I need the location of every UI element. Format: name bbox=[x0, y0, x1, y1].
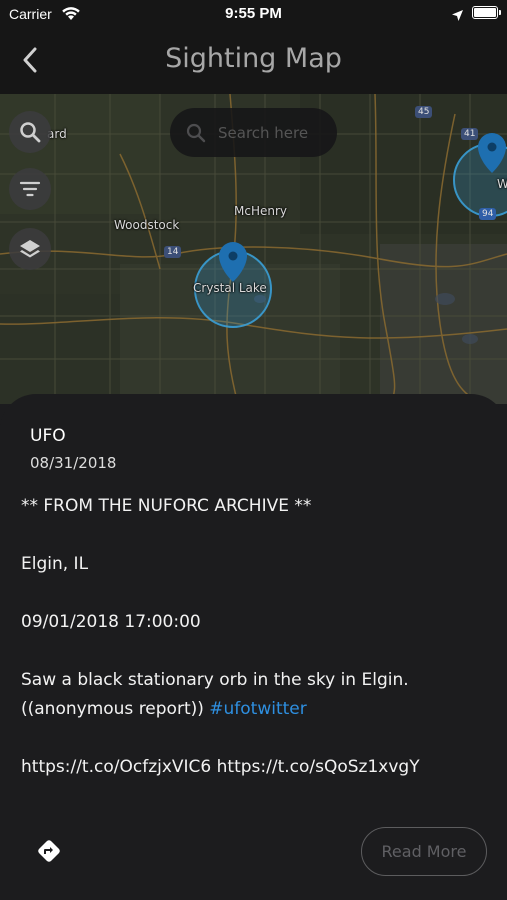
map-label-woodstock: Woodstock bbox=[114, 218, 180, 232]
sighting-datetime: 09/01/2018 17:00:00 bbox=[21, 612, 201, 632]
search-input[interactable] bbox=[218, 123, 328, 142]
sighting-location: Elgin, IL bbox=[21, 554, 89, 574]
map-search-bar[interactable] bbox=[170, 108, 337, 157]
map-label-mchenry: McHenry bbox=[234, 204, 287, 218]
hashtag-link[interactable]: #ufotwitter bbox=[209, 699, 306, 719]
sighting-type: UFO bbox=[30, 426, 66, 446]
location-arrow-icon bbox=[451, 7, 464, 26]
layers-icon bbox=[20, 240, 40, 258]
map-label-crystal-lake: Crystal Lake bbox=[193, 281, 267, 295]
search-icon bbox=[20, 122, 41, 143]
sighting-body: ** FROM THE NUFORC ARCHIVE ** Elgin, IL … bbox=[21, 492, 491, 811]
read-more-button[interactable]: Read More bbox=[361, 827, 487, 876]
map-label-w: W bbox=[497, 177, 507, 191]
sighting-date: 08/31/2018 bbox=[30, 454, 117, 472]
sighting-description-block: Saw a black stationary orb in the sky in… bbox=[21, 666, 491, 724]
highway-shield-94: 94 bbox=[479, 208, 497, 220]
map-search-button[interactable] bbox=[9, 111, 51, 153]
status-time: 9:55 PM bbox=[225, 5, 282, 22]
map-filter-button[interactable] bbox=[9, 168, 51, 210]
directions-button[interactable] bbox=[34, 836, 64, 866]
page-title: Sighting Map bbox=[165, 43, 342, 74]
search-icon bbox=[186, 123, 206, 143]
archive-line: ** FROM THE NUFORC ARCHIVE ** bbox=[21, 496, 312, 516]
sighting-links[interactable]: https://t.co/OcfzjxVIC6 https://t.co/sQo… bbox=[21, 753, 491, 782]
highway-shield-45: 45 bbox=[415, 106, 433, 118]
highway-shield-14: 14 bbox=[164, 246, 182, 258]
filter-icon bbox=[19, 181, 41, 197]
highway-shield-41: 41 bbox=[461, 128, 479, 140]
sighting-detail-sheet: UFO 08/31/2018 ** FROM THE NUFORC ARCHIV… bbox=[0, 394, 507, 900]
map-layers-button[interactable] bbox=[9, 228, 51, 270]
directions-icon bbox=[38, 840, 60, 862]
nav-bar: Sighting Map bbox=[0, 28, 507, 94]
status-bar: Carrier 9:55 PM bbox=[0, 0, 507, 28]
battery-icon bbox=[472, 6, 501, 19]
